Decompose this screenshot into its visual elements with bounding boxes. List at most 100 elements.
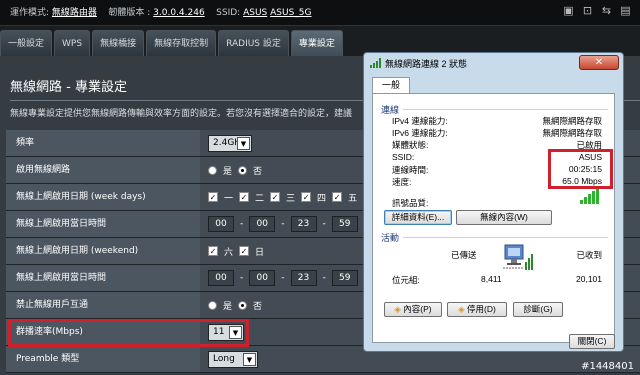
weekend-label-sun: 日 (255, 247, 265, 258)
details-button[interactable]: 詳細資料(E)... (384, 210, 452, 225)
ap-isolate-no-label: 否 (253, 301, 263, 312)
shield-icon: ◈ (458, 304, 465, 314)
network-activity-icon (503, 244, 533, 270)
weekday-checkbox-mon[interactable]: ✓ (208, 192, 218, 202)
bytes-received-value: 20,101 (576, 274, 602, 284)
close-icon[interactable]: ✕ (579, 55, 619, 70)
band-label: 頻率 (6, 130, 200, 156)
enable-no-radio[interactable] (238, 165, 248, 175)
weekday-checkbox-thu[interactable]: ✓ (301, 192, 312, 202)
shield-icon: ◈ (394, 304, 401, 314)
enable-yes-radio[interactable] (208, 165, 217, 175)
weekday-label-thu: 四 (317, 193, 327, 204)
signal-strength-icon (580, 188, 599, 204)
watermark: #1448401 (581, 361, 634, 372)
printer-icon[interactable]: ▣ (562, 4, 575, 17)
bytes-label: 位元組: (392, 275, 420, 285)
time-colon: - (240, 219, 244, 229)
network-icon[interactable]: ▤ (619, 4, 632, 17)
mode-link[interactable]: 無線路由器 (52, 8, 97, 18)
share-icon[interactable]: ⊡ (581, 4, 594, 17)
ssid-label: SSID: (392, 152, 415, 162)
enable-label: 啟用無線網路 (6, 157, 200, 183)
tab-bridge[interactable]: 無線橋接 (92, 30, 145, 56)
group-divider (403, 109, 608, 110)
weekend-end-hour[interactable]: 23 (290, 270, 317, 286)
firmware-link[interactable]: 3.0.0.4.246 (153, 8, 205, 18)
ssid-link-1[interactable]: ASUS (243, 8, 267, 18)
weekday-label-tue: 二 (255, 193, 265, 204)
weekday-end-minute[interactable]: 59 (331, 216, 358, 232)
top-status-bar: 運作模式: 無線路由器 韌體版本 : 3.0.0.4.246 SSID: ASU… (0, 0, 640, 26)
bytes-sent-value: 8,411 (481, 274, 502, 284)
wireless-status-dialog: 無線網路連線 2 狀態 ✕ 一般 連線 IPv4 連線能力: 無網際網路存取 I… (363, 52, 624, 352)
ap-isolate-no-radio[interactable] (238, 300, 248, 310)
time-dash: - (281, 273, 285, 283)
ap-isolate-label: 禁止無線用戶互通 (6, 292, 200, 318)
highlight-box-connection (548, 149, 613, 189)
media-label: 媒體狀態: (392, 140, 429, 150)
preamble-label: Preamble 類型 (6, 346, 200, 372)
activity-group-label: 活動 (381, 233, 400, 243)
weekdays-label: 無線上網啟用日期 (week days) (6, 184, 200, 210)
highlight-box-multicast (8, 319, 249, 347)
weekend-label-sat: 六 (224, 247, 234, 258)
weekend-start-minute[interactable]: 00 (249, 270, 276, 286)
page-title: 無線網路 - 專業設定 (10, 80, 127, 95)
tab-professional[interactable]: 專業設定 (290, 30, 343, 56)
weekend-end-minute[interactable]: 59 (331, 270, 358, 286)
enable-no-label: 否 (253, 166, 263, 177)
speed-label: 速度: (392, 177, 412, 187)
wireless-properties-button[interactable]: 無線內容(W) (456, 210, 552, 225)
weekday-end-hour[interactable]: 23 (290, 216, 317, 232)
close-button[interactable]: 關閉(C) (569, 334, 615, 349)
tab-access-control[interactable]: 無線存取控制 (146, 30, 217, 56)
preamble-select[interactable]: Long ▼ (208, 350, 258, 368)
dialog-tab-general[interactable]: 一般 (372, 77, 410, 93)
ap-isolate-yes-radio[interactable] (208, 300, 217, 310)
weekday-checkbox-fri[interactable]: ✓ (332, 192, 343, 202)
weekend-checkbox-sun[interactable]: ✓ (239, 246, 250, 256)
usb-icon[interactable]: ⇆ (600, 4, 613, 17)
weekday-time-label: 無線上網啟用當日時間 (6, 211, 200, 237)
time-colon: - (322, 219, 326, 229)
status-line: 運作模式: 無線路由器 韌體版本 : 3.0.0.4.246 SSID: ASU… (10, 5, 312, 18)
diagnose-button[interactable]: 診斷(G) (513, 302, 563, 317)
weekday-checkbox-tue[interactable]: ✓ (239, 192, 250, 202)
chevron-down-icon: ▼ (237, 136, 250, 150)
disable-button[interactable]: ◈ 停用(D) (447, 302, 507, 317)
weekend-label: 無線上網啟用日期 (weekend) (6, 238, 200, 264)
band-select[interactable]: 2.4GHz ▼ (208, 134, 252, 152)
tab-wps[interactable]: WPS (54, 30, 91, 56)
page-description: 無線專業設定提供您無線網路傳輸與效率方面的設定。若您沒有選擇適合的設定，建議 (10, 109, 353, 119)
firmware-label: 韌體版本 : (108, 8, 151, 18)
preamble-select-value: Long (213, 354, 235, 364)
tab-general[interactable]: 一般設定 (0, 30, 53, 56)
weekday-label-mon: 一 (224, 193, 234, 204)
ipv6-value: 無網際網路存取 (542, 128, 602, 138)
weekend-start-hour[interactable]: 00 (208, 270, 234, 286)
top-icons: ▣ ⊡ ⇆ ▤ (562, 4, 632, 17)
signal-icon (370, 58, 381, 68)
wireless-tabs: 一般設定 WPS 無線橋接 無線存取控制 RADIUS 設定 專業設定 (0, 30, 345, 56)
weekday-label-wed: 三 (286, 193, 296, 204)
sent-label: 已傳送 (451, 250, 477, 260)
weekday-checkbox-wed[interactable]: ✓ (270, 192, 281, 202)
properties-button-label: 內容(P) (403, 304, 432, 314)
ap-isolate-yes-label: 是 (223, 301, 233, 312)
properties-button[interactable]: ◈ 內容(P) (384, 302, 442, 317)
time-colon: - (322, 273, 326, 283)
group-divider (403, 237, 608, 238)
tab-radius[interactable]: RADIUS 設定 (218, 30, 289, 56)
ipv4-label: IPv4 連線能力: (392, 116, 448, 126)
dialog-titlebar[interactable]: 無線網路連線 2 狀態 ✕ (364, 53, 623, 73)
received-label: 已收到 (576, 250, 602, 260)
weekend-checkbox-sat[interactable]: ✓ (208, 246, 218, 256)
time-dash: - (281, 219, 285, 229)
duration-label: 連線時間: (392, 165, 429, 175)
weekday-start-hour[interactable]: 00 (208, 216, 234, 232)
ssid-link-2[interactable]: ASUS_5G (270, 8, 311, 18)
weekend-time-label: 無線上網啟用當日時間 (6, 265, 200, 291)
weekday-start-minute[interactable]: 00 (249, 216, 276, 232)
disable-button-label: 停用(D) (467, 304, 496, 314)
